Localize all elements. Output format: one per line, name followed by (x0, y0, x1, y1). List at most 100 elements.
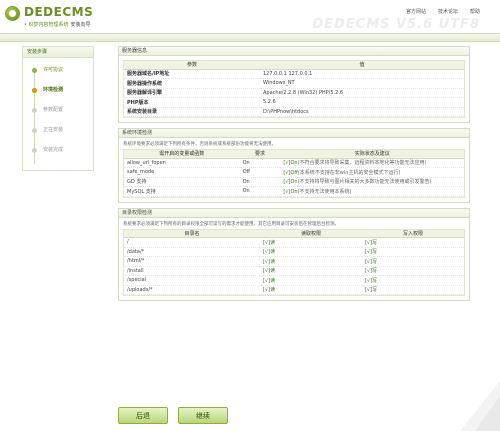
step-license: 许可协议 (23, 66, 93, 86)
env-ok: [√]On (283, 160, 298, 167)
sidebar-title: 安装步骤 (23, 47, 93, 58)
param-name: PHP版本 (124, 97, 260, 108)
dir-read: [√]读 (260, 285, 362, 295)
link-forum[interactable]: 技术论坛 (438, 8, 458, 15)
env-check-table: 需开启的变量或函数 要求 实际状态及建议 allow_url_fopen On [√… (124, 150, 464, 197)
env-ok: [√]On (283, 188, 298, 195)
env-state: [√]On(不符合要求将导致采集、远程资料本地化等功能无法应用) (280, 158, 464, 168)
title-bar (0, 33, 500, 42)
step-current-icon (32, 88, 37, 93)
dir-write: [√]写 (362, 285, 464, 295)
dir-read: [√]读 (260, 247, 362, 257)
env-item: safe_mode (124, 167, 240, 178)
env-hint: (不支持无法使用本系统) (297, 188, 352, 195)
decorative-flourish-icon (460, 381, 500, 431)
dir-read: [√]读 (260, 237, 362, 248)
dir-table-wrap: 目录名 读取权限 写入权限 / [√]读 [√]写 /data/* [√]读 [√]写 … (123, 228, 465, 296)
header: DEDECMS • 织梦内容管理系统 安装向导 官方网站 技术论坛 帮助 DEDE… (0, 0, 500, 33)
table-row: / [√]读 [√]写 (124, 237, 464, 248)
table-row: 服务器域名/IP地址 127.0.0.1 127.0.0.1 (124, 69, 464, 79)
step-label: 环境检测 (43, 87, 64, 93)
step-complete: 安装完成 (23, 146, 93, 166)
env-state: [√]Off(本系统不支持在非win主机的安全模式下运行) (280, 167, 464, 178)
step-label: 许可协议 (43, 67, 64, 73)
param-name: 系统安装目录 (124, 107, 260, 117)
col-header-dir: 目录名 (124, 229, 260, 238)
env-note: 系统环境要求必须满足下列所有条件，否则系统或系统部份功能将无法使用。 (123, 142, 276, 147)
dir-read: [√]读 (260, 266, 362, 276)
env-item: GD 支持 (124, 177, 240, 187)
table-row: 服务器操作系统 Windows_NT (124, 78, 464, 89)
panel-title: 系统环境检测 (119, 129, 469, 138)
install-steps-sidebar: 安装步骤 许可协议 环境检测 参数配置 正在安装 安装完成 (22, 46, 94, 171)
link-official-site[interactable]: 官方网站 (406, 8, 426, 15)
table-row: PHP版本 5.2.6 (124, 97, 464, 108)
table-row: 系统安装目录 D:\PHPnow\htdocs (124, 107, 464, 117)
dir-name: / (124, 237, 260, 248)
server-table-wrap: 参数 值 服务器域名/IP地址 127.0.0.1 127.0.0.1 服务器操作… (123, 60, 465, 118)
env-req: On (239, 177, 281, 187)
table-row: /install [√]读 [√]写 (124, 266, 464, 276)
panel-title: 服务器信息 (119, 47, 469, 56)
version-watermark: DEDECMS V5.6 UTF8 (312, 17, 480, 32)
param-name: 服务器操作系统 (124, 78, 260, 89)
step-done-icon (32, 68, 37, 73)
table-row: /data/* [√]读 [√]写 (124, 247, 464, 257)
nav-buttons: 后退 继续 (118, 407, 228, 424)
env-item: MySQL 支持 (124, 186, 240, 197)
param-name: 服务器域名/IP地址 (124, 69, 260, 79)
dir-write: [√]写 (362, 256, 464, 267)
col-header-write: 写入权限 (362, 229, 464, 238)
dir-write: [√]写 (362, 275, 464, 286)
step-config: 参数配置 (23, 106, 93, 126)
env-state: [√]On(不支持将导致与图片相关的大多数功能无法使用或引发警告) (280, 177, 464, 187)
step-label: 安装完成 (43, 147, 64, 153)
dedecms-logo-icon (5, 6, 20, 21)
dir-read: [√]读 (260, 256, 362, 267)
param-value: D:\PHPnow\htdocs (260, 107, 464, 117)
col-header-item: 需开启的变量或函数 (124, 150, 240, 159)
env-req: Off (239, 167, 281, 178)
col-header-read: 读取权限 (260, 229, 362, 238)
link-help[interactable]: 帮助 (470, 8, 480, 15)
dir-name: /html/* (124, 256, 260, 267)
main-content: 服务器信息 参数 值 服务器域名/IP地址 127.0.0.1 127.0.0.1… (118, 46, 470, 306)
server-info-panel: 服务器信息 参数 值 服务器域名/IP地址 127.0.0.1 127.0.0.1… (118, 46, 470, 123)
top-links: 官方网站 技术论坛 帮助 (406, 8, 480, 15)
table-row: MySQL 支持 On [√]On(不支持无法使用本系统) (124, 186, 464, 197)
step-label: 正在安装 (43, 127, 64, 133)
step-installing: 正在安装 (23, 126, 93, 146)
step-pending-icon (32, 148, 37, 153)
dir-write: [√]写 (362, 266, 464, 276)
table-row: /special [√]读 [√]写 (124, 275, 464, 286)
continue-button[interactable]: 继续 (178, 407, 228, 424)
logo-sub-text: • 织梦内容管理系统 (24, 22, 69, 28)
step-label: 参数配置 (43, 107, 64, 113)
env-check-panel: 系统环境检测 系统环境要求必须满足下列所有条件，否则系统或系统部份功能将无法使用… (118, 128, 470, 203)
panel-title: 目录权限检测 (119, 208, 469, 218)
step-pending-icon (32, 128, 37, 133)
env-table-wrap: 需开启的变量或函数 要求 实际状态及建议 allow_url_fopen On [√… (123, 149, 465, 198)
dir-name: /uploads/* (124, 285, 260, 295)
env-hint: (本系统不支持在非win主机的安全模式下运行) (297, 169, 401, 176)
env-ok: [√]On (283, 179, 298, 186)
env-req: On (239, 186, 281, 197)
env-hint: (不符合要求将导致采集、远程资料本地化等功能无法应用) (297, 160, 427, 167)
table-row: safe_mode Off [√]Off(本系统不支持在非win主机的安全模式下运行… (124, 167, 464, 178)
table-row: /uploads/* [√]读 [√]写 (124, 285, 464, 295)
env-item: allow_url_fopen (124, 158, 240, 168)
step-pending-icon (32, 108, 37, 113)
param-name: 服务器解译引擎 (124, 88, 260, 98)
table-row: allow_url_fopen On [√]On(不符合要求将导致采集、远程资料本地… (124, 158, 464, 168)
server-info-table: 参数 值 服务器域名/IP地址 127.0.0.1 127.0.0.1 服务器操作… (124, 61, 464, 117)
table-row: 服务器解译引擎 Apache/2.2.8 (Win32) PHP/5.2.6 (124, 88, 464, 98)
param-value: 127.0.0.1 127.0.0.1 (260, 69, 464, 79)
dir-note: 系统要求必须满足下列所有的目录权限全部可读写的需求才能使用，其它应用目录可安装后… (123, 221, 339, 227)
steps-list: 许可协议 环境检测 参数配置 正在安装 安装完成 (23, 58, 93, 166)
logo-text: DEDECMS (24, 5, 94, 19)
dir-name: /data/* (124, 247, 260, 257)
env-req: On (239, 158, 281, 168)
back-button[interactable]: 后退 (118, 407, 168, 424)
param-value: Windows_NT (260, 78, 464, 89)
param-value: Apache/2.2.8 (Win32) PHP/5.2.6 (260, 88, 464, 98)
